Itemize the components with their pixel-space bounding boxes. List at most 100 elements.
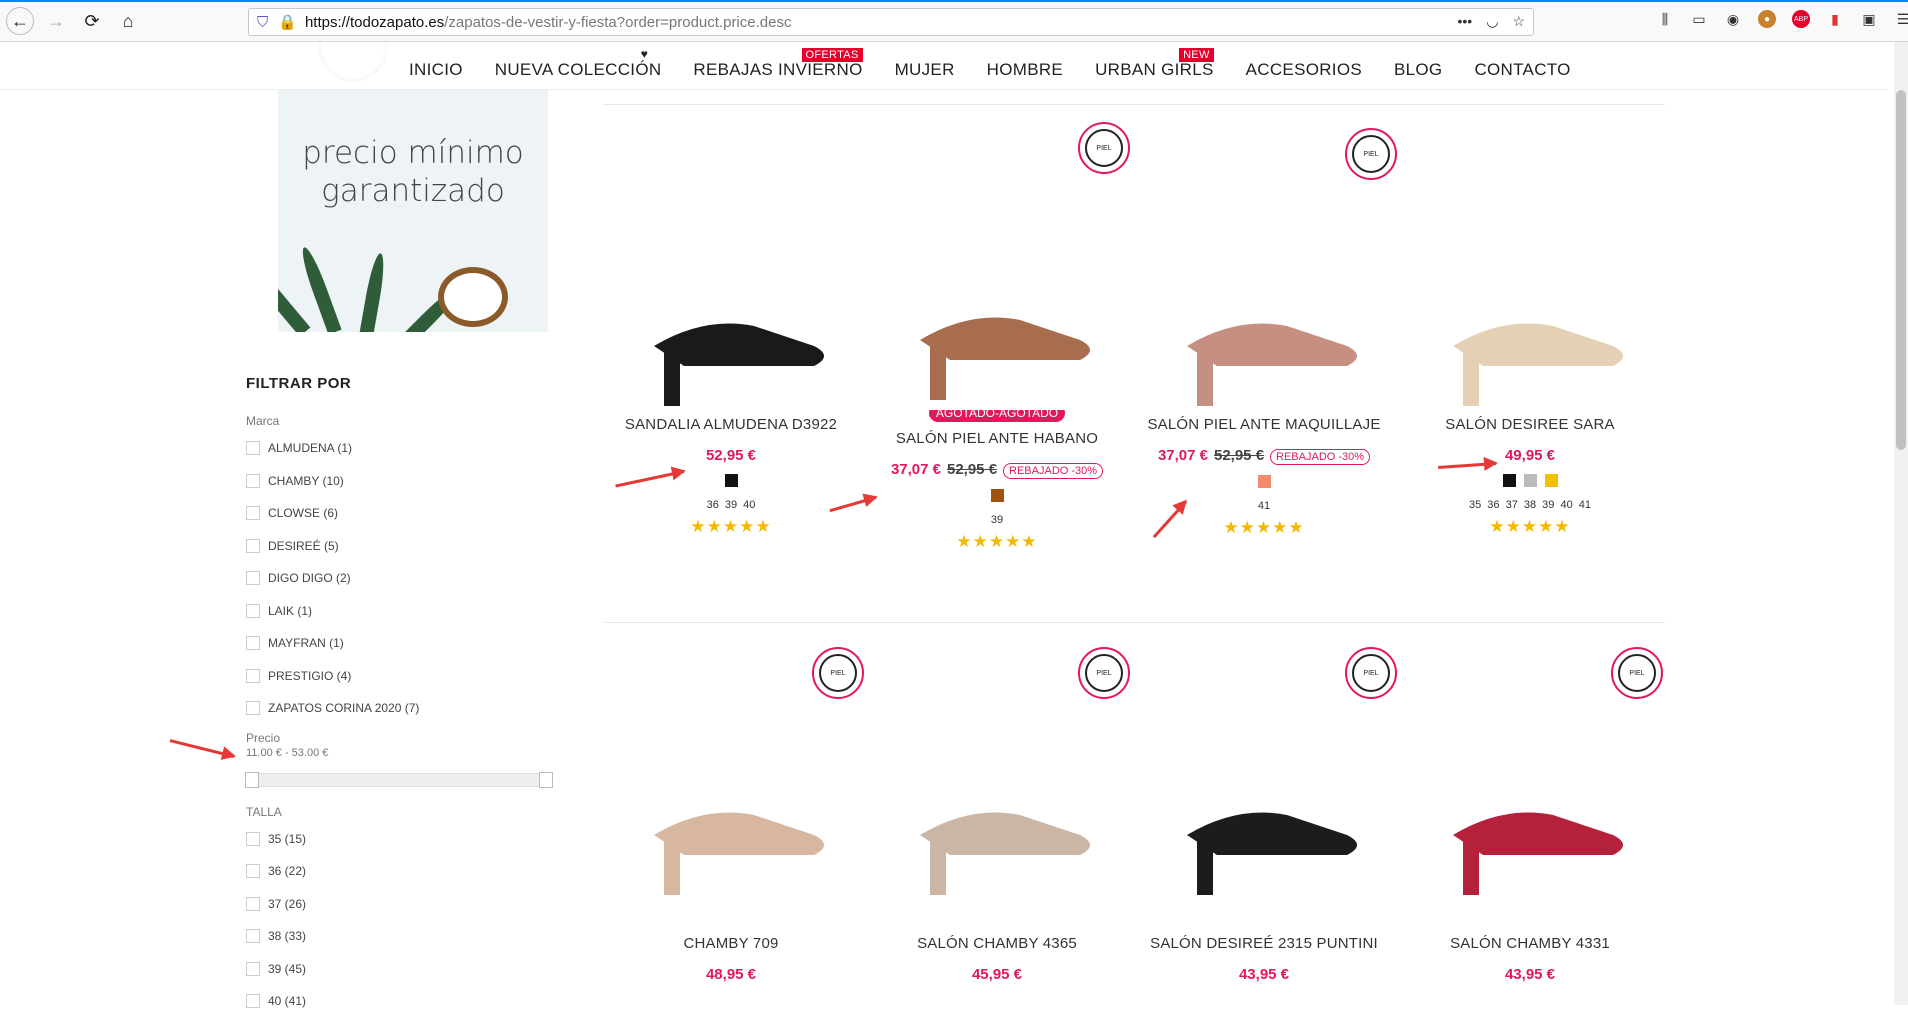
- brand-filter-option[interactable]: LAIK (1): [246, 595, 556, 628]
- checkbox[interactable]: [246, 571, 260, 586]
- price-group-label: Precio: [246, 730, 281, 745]
- checkbox[interactable]: [246, 929, 260, 944]
- menu-item-accesorios[interactable]: ACCESORIOS: [1246, 60, 1362, 80]
- rating-stars: ★★★★★: [1489, 517, 1571, 536]
- extension-image-icon[interactable]: ▣: [1860, 10, 1878, 28]
- product-image[interactable]: PIEL: [870, 120, 1130, 410]
- product-name[interactable]: CHAMBY 709: [604, 935, 858, 952]
- product-image[interactable]: PIEL: [1137, 126, 1397, 416]
- product-name[interactable]: SANDALIA ALMUDENA D3922: [604, 416, 858, 433]
- checkbox[interactable]: [246, 506, 260, 521]
- back-arrow-icon[interactable]: ←: [6, 7, 34, 35]
- size-filter-option[interactable]: 35 (15): [246, 823, 556, 856]
- page-scrollbar[interactable]: [1894, 42, 1908, 1005]
- menu-item-nueva-coleccion[interactable]: ♥ NUEVA COLECCIÓN: [495, 47, 662, 80]
- brand-filter-option[interactable]: CHAMBY (10): [246, 465, 556, 498]
- forward-arrow-icon[interactable]: →: [42, 7, 70, 35]
- color-swatch[interactable]: [1257, 475, 1271, 488]
- extension-monkey-icon[interactable]: ●: [1758, 10, 1776, 28]
- menu-hamburger-icon[interactable]: ☰: [1894, 10, 1908, 28]
- checkbox[interactable]: [246, 994, 260, 1009]
- checkbox[interactable]: [246, 701, 260, 716]
- product-name[interactable]: SALÓN DESIREÉ 2315 PUNTINI: [1137, 935, 1391, 952]
- pocket-icon[interactable]: ◡: [1486, 13, 1498, 30]
- color-swatch[interactable]: [1523, 474, 1537, 487]
- checkbox[interactable]: [246, 961, 260, 976]
- menu-item-blog[interactable]: BLOG: [1394, 60, 1442, 80]
- divider: [603, 104, 1665, 105]
- size-filter-option[interactable]: 39 (45): [246, 953, 556, 986]
- color-swatch[interactable]: [990, 489, 1004, 502]
- price-slider[interactable]: [245, 771, 553, 788]
- size-filter-option[interactable]: 37 (26): [246, 888, 556, 921]
- adblock-icon[interactable]: ABP: [1792, 10, 1810, 28]
- product-image[interactable]: [604, 126, 858, 416]
- product-name[interactable]: SALÓN CHAMBY 4365: [870, 935, 1124, 952]
- checkbox[interactable]: [246, 668, 260, 683]
- checkbox[interactable]: [246, 896, 260, 911]
- home-icon[interactable]: ⌂: [114, 7, 142, 35]
- reload-icon[interactable]: ⟳: [78, 7, 106, 35]
- checkbox[interactable]: [246, 636, 260, 651]
- product-card[interactable]: SALÓN DESIREE SARA 49,95 € 35 36 37 38 39 …: [1403, 120, 1657, 537]
- product-image[interactable]: PIEL: [1137, 645, 1397, 935]
- brand-filter-option[interactable]: DIGO DIGO (2): [246, 562, 556, 595]
- sidebar-icon[interactable]: ▭: [1690, 10, 1708, 28]
- account-icon[interactable]: ◉: [1724, 10, 1742, 28]
- size-filter-option[interactable]: 40 (41): [246, 985, 556, 1018]
- menu-item-contacto[interactable]: CONTACTO: [1474, 60, 1570, 80]
- brand-filter-option[interactable]: DESIREÉ (5): [246, 530, 556, 563]
- color-swatch[interactable]: [1544, 474, 1558, 487]
- brand-filter-option[interactable]: ALMUDENA (1): [246, 432, 556, 465]
- menu-item-hombre[interactable]: HOMBRE: [987, 60, 1063, 80]
- product-image[interactable]: [1403, 126, 1657, 416]
- bookmark-star-icon[interactable]: ☆: [1512, 13, 1525, 30]
- checkbox[interactable]: [246, 603, 260, 618]
- checkbox[interactable]: [246, 473, 260, 488]
- shoe-illustration: [654, 323, 824, 406]
- scroll-thumb[interactable]: [1896, 90, 1906, 450]
- checkbox[interactable]: [246, 538, 260, 553]
- brand-filter-option[interactable]: PRESTIGIO (4): [246, 660, 556, 693]
- product-card[interactable]: PIEL CHAMBY 709 48,95 €: [604, 645, 864, 983]
- checkbox[interactable]: [246, 864, 260, 879]
- product-name[interactable]: SALÓN PIEL ANTE MAQUILLAJE: [1137, 416, 1391, 433]
- product-card[interactable]: PIEL AGOTADO-AGOTADO SALÓN PIEL ANTE HABAN…: [870, 120, 1130, 552]
- menu-item-urban-girls[interactable]: NEW URBAN GIRLS: [1095, 48, 1214, 80]
- product-name[interactable]: SALÓN PIEL ANTE HABANO: [870, 430, 1124, 447]
- checkbox[interactable]: [246, 441, 260, 456]
- menu-item-mujer[interactable]: MUJER: [895, 60, 955, 80]
- checkbox[interactable]: [246, 831, 260, 846]
- library-icon[interactable]: ⫼: [1656, 10, 1674, 28]
- available-sizes: 35 36 37 38 39 40 41: [1469, 499, 1591, 511]
- product-image[interactable]: PIEL: [1403, 645, 1663, 935]
- brand-filter-option[interactable]: CLOWSE (6): [246, 497, 556, 530]
- product-card[interactable]: PIEL SALÓN CHAMBY 4331 43,95 €: [1403, 645, 1663, 983]
- more-actions-icon[interactable]: •••: [1458, 13, 1473, 30]
- extension-flag-icon[interactable]: ▮: [1826, 10, 1844, 28]
- product-name[interactable]: SALÓN DESIREE SARA: [1403, 416, 1657, 433]
- product-name[interactable]: SALÓN CHAMBY 4331: [1403, 935, 1657, 952]
- price-slider-min-handle[interactable]: [245, 771, 259, 788]
- product-card[interactable]: PIEL SALÓN PIEL ANTE MAQUILLAJE 37,07 € 52,…: [1137, 120, 1397, 538]
- product-card[interactable]: PIEL SALÓN CHAMBY 4365 45,95 €: [870, 645, 1130, 983]
- product-image[interactable]: PIEL: [604, 645, 864, 935]
- brand-filter-option[interactable]: MAYFRAN (1): [246, 627, 556, 660]
- size-filter-option[interactable]: 36 (22): [246, 855, 556, 888]
- product-card[interactable]: SANDALIA ALMUDENA D3922 52,95 € 36 39 40 ★★…: [604, 120, 858, 537]
- url-bar[interactable]: ⛉ 🔒 https://todozapato.es/zapatos-de-ves…: [248, 8, 1534, 36]
- price-slider-max-handle[interactable]: [539, 771, 553, 788]
- brand-filter-option[interactable]: ZAPATOS CORINA 2020 (7): [246, 692, 556, 725]
- shield-icon[interactable]: ⛉: [257, 14, 268, 31]
- product-card[interactable]: PIEL SALÓN DESIREÉ 2315 PUNTINI 43,95 €: [1137, 645, 1397, 983]
- current-price: 48,95 €: [705, 966, 757, 983]
- lock-icon[interactable]: 🔒: [278, 13, 297, 31]
- color-swatch[interactable]: [1502, 474, 1516, 487]
- piel-leather-badge-icon: PIEL: [812, 647, 864, 699]
- color-swatch[interactable]: [724, 474, 738, 487]
- menu-item-inicio[interactable]: INICIO: [409, 60, 463, 80]
- size-filter-option[interactable]: 38 (33): [246, 920, 556, 953]
- menu-item-rebajas-invierno[interactable]: OFERTAS REBAJAS INVIERNO: [693, 48, 863, 80]
- product-image[interactable]: PIEL: [870, 645, 1130, 935]
- product-price: 37,07 € 52,95 € REBAJADO -30%: [1137, 447, 1391, 465]
